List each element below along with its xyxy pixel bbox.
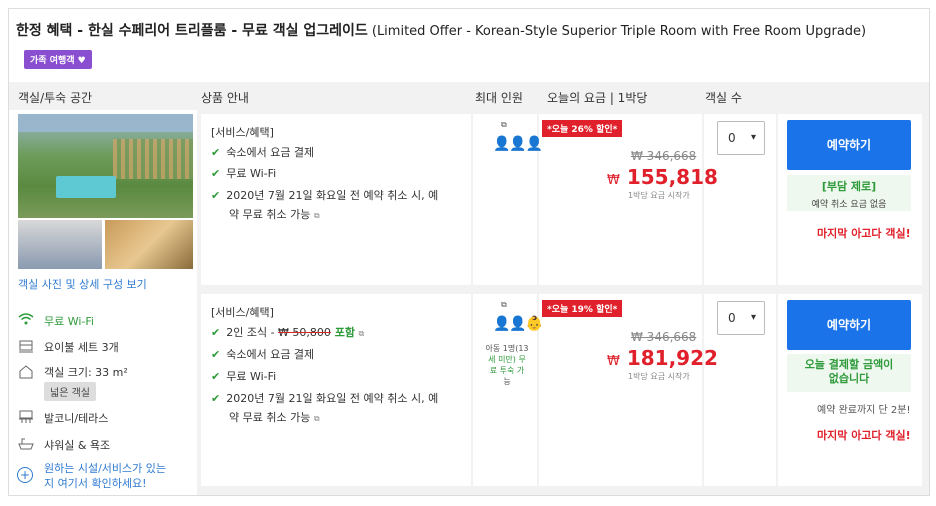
room-title-ko: 한정 혜택 - 한실 수페리어 트리플룸 - 무료 객실 업그레이드: [16, 23, 368, 39]
offer-2-room-qty-select[interactable]: 0 ▾: [717, 301, 765, 335]
multi-room-icon: ⧉: [501, 300, 507, 309]
room-thumb-1[interactable]: [18, 220, 102, 269]
room-title-en: (Limited Offer - Korean-Style Superior T…: [367, 24, 867, 39]
header-product: 상품 안내: [201, 91, 249, 105]
wide-room-badge: 넓은 객실: [44, 382, 96, 401]
bathtub-icon: [18, 437, 38, 455]
bed-icon: [18, 339, 38, 357]
check-icon: ✔: [211, 370, 221, 383]
amenity-wifi: 무료 Wi-Fi: [18, 313, 94, 329]
three-adults-icon: 👤👤👤: [493, 136, 543, 152]
header-today-price: 오늘의 요금 | 1박당: [547, 91, 648, 105]
offer-1-last-room: 마지막 아고다 객실!: [817, 227, 911, 240]
offer-2-child-note: 아동 1명(13 세 미만) 무 료 투숙 가 능: [485, 344, 529, 386]
offer-2-price-panel: [539, 294, 702, 486]
offer-1-room-qty-select[interactable]: 0 ▾: [717, 121, 765, 155]
header-max-guests: 최대 인원: [475, 91, 523, 105]
offer-1-free-cancel-box: [부담 제로] 예약 취소 요금 없음: [787, 175, 911, 211]
external-link-icon[interactable]: ⧉: [314, 414, 320, 423]
offer-1-new-price: ₩ 155,818: [607, 165, 718, 189]
check-icon: ✔: [211, 348, 221, 361]
external-link-icon[interactable]: ⧉: [314, 211, 320, 220]
offer-2-new-price: ₩ 181,922: [607, 346, 718, 370]
offer-2-service-header: [서비스/혜택]: [211, 306, 274, 319]
check-icon: ✔: [211, 189, 221, 202]
offer-1-item-cancel-2: 약 무료 취소 가능 ⧉: [229, 208, 320, 221]
room-photo-link[interactable]: 객실 사진 및 상세 구성 보기: [18, 276, 147, 292]
amenity-shower: 샤워실 & 욕조: [18, 437, 110, 455]
offer-2-item-wifi: ✔ 무료 Wi-Fi: [211, 370, 277, 383]
plus-icon[interactable]: +: [17, 467, 33, 483]
offer-2-booking-time-note: 예약 완료까지 단 2분!: [817, 405, 911, 416]
amenity-balcony: 발코니/테라스: [18, 410, 108, 428]
offer-2-pay-later-box: 오늘 결제할 금액이 없습니다: [787, 354, 911, 392]
room-size-icon: [18, 364, 38, 384]
header-rooms-count: 객실 수: [705, 91, 742, 105]
table-header: 객실/투숙 공간 상품 안내 최대 인원 오늘의 요금 | 1박당 객실 수: [9, 82, 929, 110]
offer-1-item-wifi: ✔ 무료 Wi-Fi: [211, 167, 277, 180]
room-title: 한정 혜택 - 한실 수페리어 트리플룸 - 무료 객실 업그레이드 (Limi…: [16, 20, 866, 40]
check-icon: ✔: [211, 146, 221, 159]
offer-2-book-button[interactable]: 예약하기: [787, 300, 911, 350]
offer-2-discount-badge: *오늘 19% 할인*: [542, 300, 623, 317]
offer-1-per-night: 1박당 요금 시작가: [628, 191, 690, 200]
room-main-photo[interactable]: [18, 114, 193, 218]
offer-2-item-cancel-2: 약 무료 취소 가능 ⧉: [229, 411, 320, 424]
offer-2-item-breakfast: ✔ 2인 조식 - ₩ 50,800 포함 ⧉: [211, 326, 365, 339]
room-thumb-2[interactable]: [105, 220, 193, 269]
check-icon: ✔: [211, 167, 221, 180]
check-icon: ✔: [211, 326, 221, 339]
external-link-icon[interactable]: ⧉: [359, 329, 365, 338]
offer-2-per-night: 1박당 요금 시작가: [628, 372, 690, 381]
offer-2-item-pay: ✔ 숙소에서 요금 결제: [211, 348, 315, 361]
check-icon: ✔: [211, 392, 221, 405]
wifi-icon: [18, 313, 38, 329]
multi-room-icon: ⧉: [501, 120, 507, 129]
offer-1-item-pay: ✔ 숙소에서 요금 결제: [211, 146, 315, 159]
offer-1-item-cancel: ✔ 2020년 7월 21일 화요일 전 예약 취소 시, 예: [211, 189, 439, 202]
more-amenities-link[interactable]: 원하는 시설/서비스가 있는 지 여기서 확인하세요!: [44, 461, 166, 491]
header-room: 객실/투숙 공간: [18, 91, 93, 105]
balcony-icon: [18, 410, 38, 428]
offer-1-service-header: [서비스/혜택]: [211, 126, 274, 139]
amenity-size: 객실 크기: 33 m²: [18, 364, 128, 384]
two-adults-one-child-icon: 👤👤👶: [493, 316, 543, 332]
offer-2-item-cancel: ✔ 2020년 7월 21일 화요일 전 예약 취소 시, 예: [211, 392, 439, 405]
offer-1-old-price: ₩ 346,668: [631, 149, 697, 163]
offer-2-old-price: ₩ 346,668: [631, 330, 697, 344]
chevron-down-icon: ▾: [750, 132, 756, 143]
family-traveler-badge: 가족 여행객 ♥: [24, 50, 92, 69]
offer-2-last-room: 마지막 아고다 객실!: [817, 429, 911, 442]
amenity-bedding: 요이불 세트 3개: [18, 339, 119, 357]
chevron-down-icon: ▾: [750, 312, 756, 323]
offer-1-discount-badge: *오늘 26% 할인*: [542, 120, 623, 137]
offer-1-book-button[interactable]: 예약하기: [787, 120, 911, 170]
